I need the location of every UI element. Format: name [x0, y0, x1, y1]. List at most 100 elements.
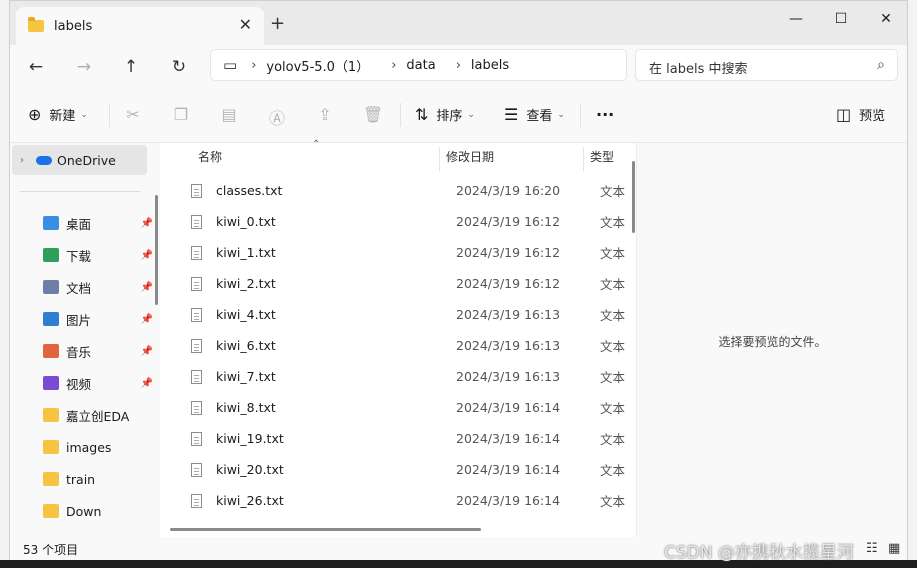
cut-icon[interactable]: ✂ [122, 105, 144, 124]
tiles-view-icon[interactable]: ▦ [888, 541, 900, 556]
sidebar-item-label: 图片 [66, 312, 92, 328]
sidebar-item[interactable]: 音乐 📌 [10, 337, 155, 365]
search-box[interactable]: 在 labels 中搜索 ⌕ [635, 49, 898, 81]
paste-icon[interactable]: ▤ [218, 105, 240, 124]
preview-message: 选择要预览的文件。 [718, 335, 827, 349]
address-bar[interactable]: ▭ › yolov5-5.0（1） › data › labels [210, 49, 627, 81]
file-name: kiwi_1.txt [216, 245, 276, 260]
breadcrumb-labels[interactable]: labels [471, 58, 509, 73]
sidebar-item[interactable]: 图片 📌 [10, 305, 155, 333]
preview-button[interactable]: ◫ 预览 [836, 105, 885, 124]
pin-icon[interactable]: 📌 [141, 218, 153, 229]
file-type: 文本 [600, 246, 626, 261]
table-row[interactable]: classes.txt 2024/3/19 16:20 文本 [186, 175, 636, 206]
table-row[interactable]: kiwi_4.txt 2024/3/19 16:13 文本 [186, 299, 636, 330]
file-modified-date: 2024/3/19 16:13 [456, 338, 561, 353]
file-list-horizontal-scrollbar[interactable] [170, 528, 481, 531]
sidebar-item[interactable]: 文档 📌 [10, 273, 155, 301]
text-file-icon [191, 307, 202, 322]
forward-button[interactable]: → [70, 53, 98, 81]
refresh-button[interactable]: ↻ [165, 53, 193, 81]
file-explorer-window: labels ✕ + — ☐ ✕ ← → ↑ ↻ ▭ › yolov5-5.0（… [9, 0, 908, 560]
column-header-name[interactable]: 名称 [198, 143, 222, 171]
tab-labels[interactable]: labels ✕ [16, 7, 264, 45]
pin-icon[interactable]: 📌 [141, 282, 153, 293]
column-header-modified[interactable]: 修改日期 [446, 143, 494, 171]
folder-icon [43, 312, 59, 326]
sidebar-item[interactable]: 视频 📌 [10, 369, 155, 397]
sidebar-item[interactable]: Down [10, 497, 155, 525]
file-type: 文本 [600, 339, 626, 354]
desktop-background-right [908, 0, 917, 568]
sidebar-divider [20, 191, 140, 192]
table-row[interactable]: kiwi_1.txt 2024/3/19 16:12 文本 [186, 237, 636, 268]
copy-icon[interactable]: ❐ [170, 105, 192, 124]
file-name: kiwi_26.txt [216, 493, 284, 508]
column-header-type[interactable]: 类型 [590, 143, 614, 171]
table-row[interactable]: kiwi_0.txt 2024/3/19 16:12 文本 [186, 206, 636, 237]
breadcrumb-data[interactable]: data [406, 58, 435, 73]
up-button[interactable]: ↑ [117, 53, 145, 81]
details-view-icon[interactable]: ☷ [866, 541, 878, 556]
table-row[interactable]: kiwi_19.txt 2024/3/19 16:14 文本 [186, 423, 636, 454]
sidebar-item[interactable]: train [10, 465, 155, 493]
folder-icon [43, 408, 59, 422]
file-list-vertical-scrollbar[interactable] [632, 161, 635, 233]
text-file-icon [191, 493, 202, 508]
sidebar-item-label: Down [66, 503, 102, 519]
more-options-button[interactable]: ··· [596, 105, 614, 124]
pin-icon[interactable]: 📌 [141, 378, 153, 389]
table-row[interactable]: kiwi_20.txt 2024/3/19 16:14 文本 [186, 454, 636, 485]
file-type: 文本 [600, 401, 626, 416]
column-divider[interactable] [583, 147, 584, 171]
file-modified-date: 2024/3/19 16:14 [456, 431, 561, 446]
pin-icon[interactable]: 📌 [141, 314, 153, 325]
text-file-icon [191, 245, 202, 260]
sidebar-scrollbar[interactable] [155, 195, 158, 305]
table-row[interactable]: kiwi_26.txt 2024/3/19 16:14 文本 [186, 485, 636, 516]
table-row[interactable]: kiwi_8.txt 2024/3/19 16:14 文本 [186, 392, 636, 423]
sort-label: 排序 [436, 109, 463, 124]
pin-icon[interactable]: 📌 [141, 346, 153, 357]
sidebar-item[interactable]: images [10, 433, 155, 461]
sidebar-item-label: 视频 [66, 376, 92, 392]
delete-icon[interactable]: 🗑 [362, 105, 384, 124]
view-button[interactable]: ☰ 查看 ⌄ [504, 105, 565, 124]
search-input[interactable]: 在 labels 中搜索 [649, 58, 747, 77]
table-row[interactable]: kiwi_2.txt 2024/3/19 16:12 文本 [186, 268, 636, 299]
file-modified-date: 2024/3/19 16:20 [456, 183, 561, 198]
file-modified-date: 2024/3/19 16:12 [456, 276, 561, 291]
sidebar-item-label: 音乐 [66, 344, 92, 360]
sidebar-item-label: train [66, 471, 96, 487]
tab-close-button[interactable]: ✕ [239, 15, 252, 34]
table-row[interactable]: kiwi_7.txt 2024/3/19 16:13 文本 [186, 361, 636, 392]
sidebar-item-label: 下载 [66, 248, 92, 264]
new-label: 新建 [49, 109, 76, 124]
minimize-button[interactable]: — [773, 5, 819, 33]
breadcrumb-yolov5[interactable]: yolov5-5.0（1） [266, 56, 369, 75]
maximize-button[interactable]: ☐ [818, 5, 864, 33]
navigation-pane: › OneDrive 桌面 📌 下载 📌 文档 📌 图片 📌 音乐 📌 视频 📌 嘉立创EDA image… [10, 143, 160, 537]
sidebar-item[interactable]: 下载 📌 [10, 241, 155, 269]
file-modified-date: 2024/3/19 16:12 [456, 214, 561, 229]
column-divider[interactable] [439, 147, 440, 171]
watermark: CSDN @亦携秋水揽星河 [664, 543, 854, 563]
cloud-icon [36, 155, 52, 165]
new-button[interactable]: ⊕ 新建 ⌄ [28, 105, 88, 124]
close-button[interactable]: ✕ [863, 5, 909, 33]
sidebar-item-onedrive[interactable]: › OneDrive [12, 145, 147, 175]
sidebar-item-label: OneDrive [57, 152, 116, 168]
file-name: kiwi_20.txt [216, 462, 284, 477]
sort-button[interactable]: ⇅ 排序 ⌄ [415, 105, 475, 124]
rename-icon[interactable]: Ⓐ [266, 105, 288, 129]
item-count: 53 个项目 [23, 543, 79, 557]
new-tab-button[interactable]: + [270, 13, 285, 34]
sidebar-item[interactable]: 桌面 📌 [10, 209, 155, 237]
sidebar-item[interactable]: 嘉立创EDA [10, 401, 155, 429]
share-icon[interactable]: ⇪ [314, 105, 336, 124]
file-type: 文本 [600, 215, 626, 230]
table-row[interactable]: kiwi_6.txt 2024/3/19 16:13 文本 [186, 330, 636, 361]
back-button[interactable]: ← [22, 53, 50, 81]
preview-pane: 选择要预览的文件。 [636, 143, 907, 537]
pin-icon[interactable]: 📌 [141, 250, 153, 261]
